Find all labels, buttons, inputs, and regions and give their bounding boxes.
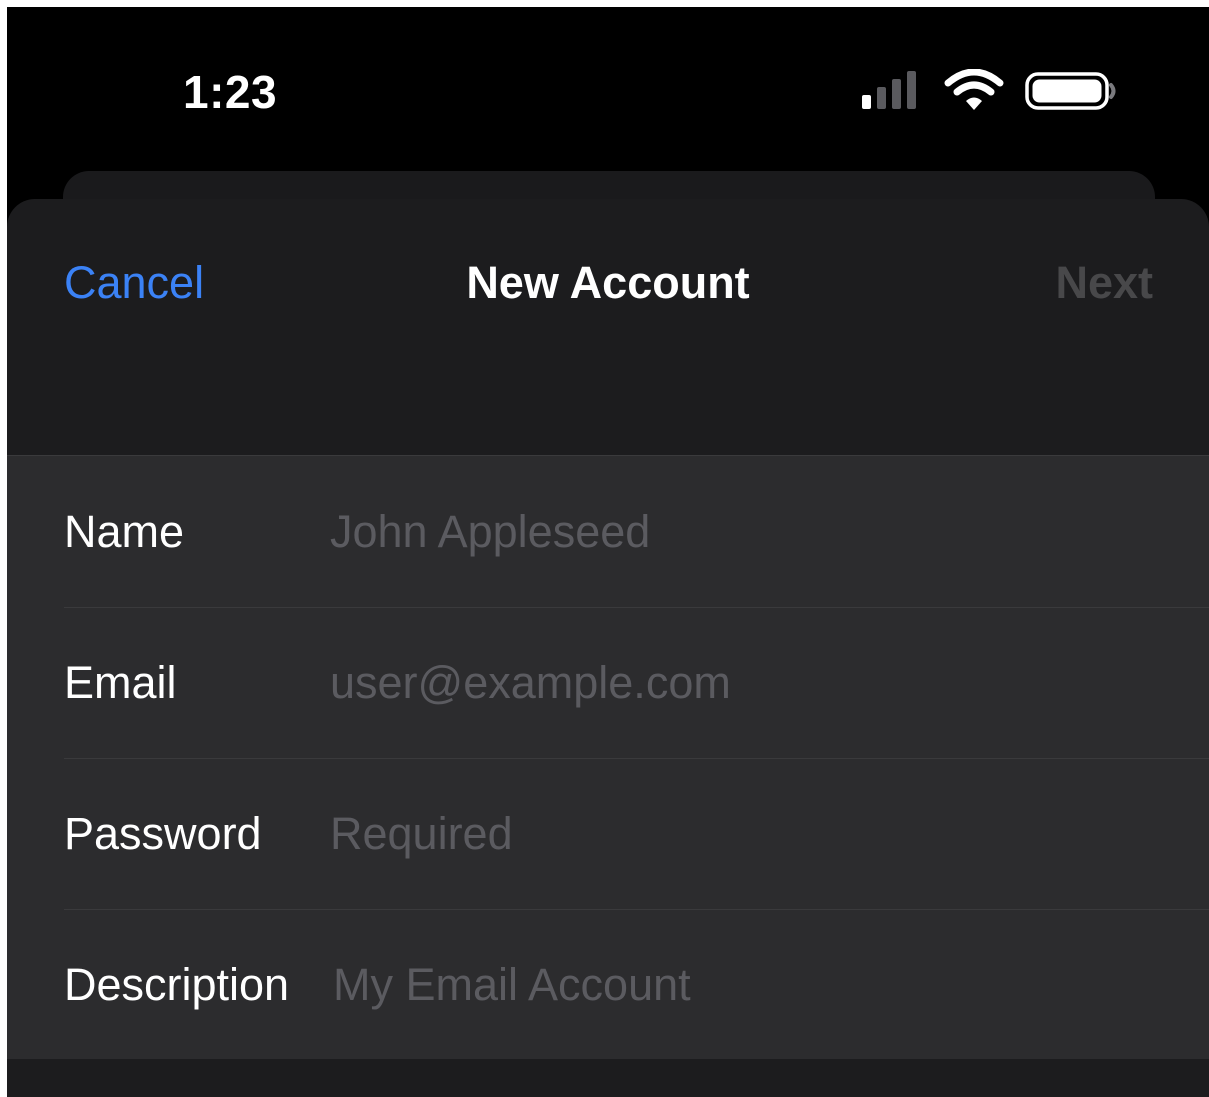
cellular-signal-icon: [862, 71, 916, 109]
wifi-icon: [944, 69, 1004, 110]
account-form: Name Email Password Description: [7, 455, 1209, 1059]
next-button[interactable]: Next: [1055, 257, 1153, 309]
status-time: 1:23: [183, 66, 278, 118]
password-row: Password: [7, 758, 1209, 909]
email-input[interactable]: [330, 656, 1150, 709]
description-label: Description: [64, 958, 290, 1010]
new-account-sheet: Cancel New Account Next Name Email Passw…: [7, 199, 1209, 1097]
name-label: Name: [64, 505, 185, 557]
email-label: Email: [64, 656, 177, 708]
email-row: Email: [7, 607, 1209, 758]
name-row: Name: [7, 456, 1209, 607]
phone-screen: 1:23 Cancel New Account Next Name John A…: [7, 7, 1209, 1097]
page-title: New Account: [466, 257, 750, 308]
password-input[interactable]: [330, 807, 1150, 860]
description-row: Description: [7, 909, 1209, 1060]
description-input[interactable]: [333, 958, 1153, 1011]
password-label: Password: [64, 807, 262, 859]
battery-icon: [1025, 72, 1116, 110]
name-input[interactable]: [330, 505, 1150, 558]
status-icons: [860, 69, 1120, 115]
